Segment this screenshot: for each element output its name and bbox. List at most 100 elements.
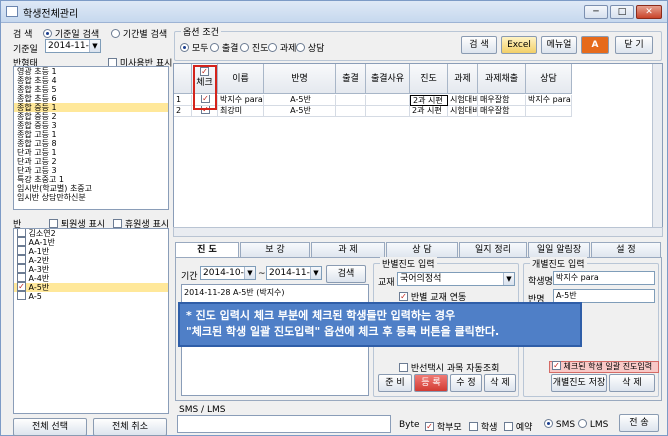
grid-header-class: 반명 (264, 64, 336, 94)
row-reason[interactable] (366, 95, 410, 106)
options-title: 옵션 조건 (181, 25, 221, 38)
student-grid: ✓ 체크 이름 반명 출결 출결사유 진도 과제 과제채출 상담 1 ✓ 박지수 … (173, 63, 663, 237)
row-consult[interactable]: 박지수 para (526, 95, 572, 106)
class-list[interactable]: 김소연2 AA-1반 A-1반 A-2반 A-3반 A-4반 ✓ A-5반 A-… (13, 228, 169, 414)
option-consult[interactable]: 상담 (296, 41, 324, 54)
tip-line2: "체크된 학생 일괄 진도입력" 옵션에 체크 후 등록 버튼을 클릭한다. (186, 325, 500, 338)
deselect-all-button[interactable]: 전체 취소 (93, 418, 167, 436)
delete-button[interactable]: 삭 제 (484, 374, 516, 392)
row-name[interactable]: 박지수 para (218, 95, 264, 106)
excel-button[interactable]: Excel (501, 36, 537, 54)
student-name-field[interactable]: 박지수 para (553, 271, 655, 285)
grid-header-reason: 출결사유 (366, 64, 410, 94)
tab-makeup[interactable]: 보 강 (240, 242, 310, 257)
list-item[interactable]: 특강 초중고 1 (14, 175, 168, 184)
row-attendance[interactable] (336, 95, 366, 106)
textbook-label: 교재 (378, 278, 395, 288)
parent-checkbox[interactable]: ✓ 학부모 (425, 420, 462, 433)
row-progress[interactable]: 2과 시편 (410, 95, 448, 106)
select-all-button[interactable]: 전체 선택 (13, 418, 87, 436)
tab-settings[interactable]: 설 정 (591, 242, 661, 257)
sms-radio[interactable]: SMS (544, 419, 575, 430)
send-button[interactable]: 전 송 (619, 414, 659, 432)
horizontal-scrollbar[interactable] (173, 227, 663, 237)
period-search-button[interactable]: 검색 (326, 265, 366, 283)
tab-daily-notice[interactable]: 일일 알림장 (528, 242, 590, 257)
option-homework[interactable]: 과제 (268, 41, 296, 54)
auto-lookup-checkbox[interactable]: 반선택시 과목 자동조회 (399, 361, 499, 374)
option-progress[interactable]: 진도 (240, 41, 268, 54)
list-item[interactable]: A-3반 (14, 264, 168, 274)
close-button[interactable]: 닫 기 (615, 36, 653, 54)
list-item[interactable]: 종합 고등 1 (14, 130, 168, 139)
row-homework[interactable]: 시험대비 (448, 95, 478, 106)
tab-daily-log[interactable]: 일지 정리 (459, 242, 527, 257)
radio-period-search[interactable]: 기간별 검색 (111, 27, 167, 40)
row-class[interactable]: A-5반 (264, 95, 336, 106)
list-item[interactable]: ✓ A-5반 (14, 282, 168, 292)
manual-button[interactable]: 메뉴얼 (541, 36, 577, 54)
list-item[interactable]: 임시반 상담만하신분 (14, 193, 168, 202)
row-name[interactable]: 최강미 (218, 106, 264, 117)
list-item[interactable]: A-5 (14, 291, 168, 301)
list-item[interactable]: 종합 초등 5 (14, 85, 168, 94)
personal-progress-title: 개별진도 입력 (530, 257, 587, 270)
pdf-icon[interactable]: A (581, 36, 609, 54)
chevron-down-icon: ▼ (310, 267, 321, 279)
row-class[interactable]: A-5반 (264, 106, 336, 117)
list-item[interactable]: A-2반 (14, 255, 168, 265)
range-tilde: ~ (258, 269, 266, 279)
student-checkbox[interactable]: 학생 (469, 420, 497, 433)
class-type-list[interactable]: 영광 초등 1 종합 초등 4 종합 초등 5 종합 초등 6 종합 중등 1 … (13, 66, 169, 210)
from-date-picker[interactable]: 2014-10-29 ▼ (200, 266, 256, 280)
class-name-field[interactable]: A-5반 (553, 289, 655, 303)
maximize-button[interactable]: □ (610, 5, 634, 19)
list-item[interactable]: 종합 중등 1 (14, 103, 168, 112)
bulk-checked-checkbox[interactable]: ✓ 체크된 학생 일괄 진도입력 (549, 361, 659, 373)
row-attendance[interactable] (336, 106, 366, 117)
option-all[interactable]: 모두 (180, 41, 208, 54)
class-progress-title: 반별진도 입력 (380, 257, 437, 270)
tab-homework[interactable]: 과 제 (311, 242, 385, 257)
list-item[interactable]: 김소연2 (14, 229, 168, 238)
list-item[interactable]: 종합 중등 3 (14, 121, 168, 130)
save-personal-button[interactable]: 개별진도 저장 (551, 374, 607, 392)
tab-progress[interactable]: 진 도 (175, 242, 239, 258)
prepare-button[interactable]: 준 비 (378, 374, 412, 392)
list-item[interactable]: 종합 초등 4 (14, 76, 168, 85)
row-hw-submit[interactable]: 매우잘함 (478, 95, 526, 106)
row-number: 2 (174, 106, 192, 117)
vertical-scrollbar[interactable] (652, 64, 662, 227)
list-item[interactable]: 종합 중등 2 (14, 112, 168, 121)
list-item[interactable]: 종합 초등 6 (14, 94, 168, 103)
sms-message-input[interactable] (177, 415, 391, 433)
tab-consult[interactable]: 상 담 (386, 242, 458, 257)
list-item[interactable]: 영광 초등 1 (14, 67, 168, 76)
delete-personal-button[interactable]: 삭 제 (609, 374, 655, 392)
textbook-select[interactable]: 국어의정석 ▼ (397, 272, 515, 286)
reserve-checkbox[interactable]: 예약 (504, 420, 532, 433)
close-window-button[interactable]: ✕ (636, 5, 662, 19)
list-item[interactable]: 종합 고등 8 (14, 139, 168, 148)
search-button[interactable]: 검 색 (461, 36, 497, 54)
option-attendance[interactable]: 출결 (210, 41, 238, 54)
list-item[interactable]: 단과 고등 2 (14, 157, 168, 166)
main-window: 학생전체관리 ─ □ ✕ 검 색 기준일 검색 기간별 검색 기준일 2014-… (0, 0, 668, 436)
list-item[interactable]: 임시반(학교별) 초중고 (14, 184, 168, 193)
register-button[interactable]: 등 록 (414, 374, 448, 392)
list-item[interactable]: 단과 고등 1 (14, 148, 168, 157)
lms-radio[interactable]: LMS (578, 419, 608, 430)
row-homework[interactable]: 시험대비 (448, 106, 478, 117)
edit-button[interactable]: 수 정 (450, 374, 482, 392)
row-reason[interactable] (366, 106, 410, 117)
list-item[interactable]: 단과 고등 3 (14, 166, 168, 175)
row-hw-submit[interactable]: 매우잘함 (478, 106, 526, 117)
list-item[interactable]: A-1반 (14, 246, 168, 256)
to-date-picker[interactable]: 2014-11-28 ▼ (266, 266, 322, 280)
list-item[interactable]: A-4반 (14, 273, 168, 283)
row-consult[interactable] (526, 106, 572, 117)
row-progress[interactable]: 2과 시편 (410, 106, 448, 117)
minimize-button[interactable]: ─ (584, 5, 608, 19)
base-date-picker[interactable]: 2014-11-28 ▼ (45, 39, 101, 53)
list-item[interactable]: AA-1반 (14, 237, 168, 247)
